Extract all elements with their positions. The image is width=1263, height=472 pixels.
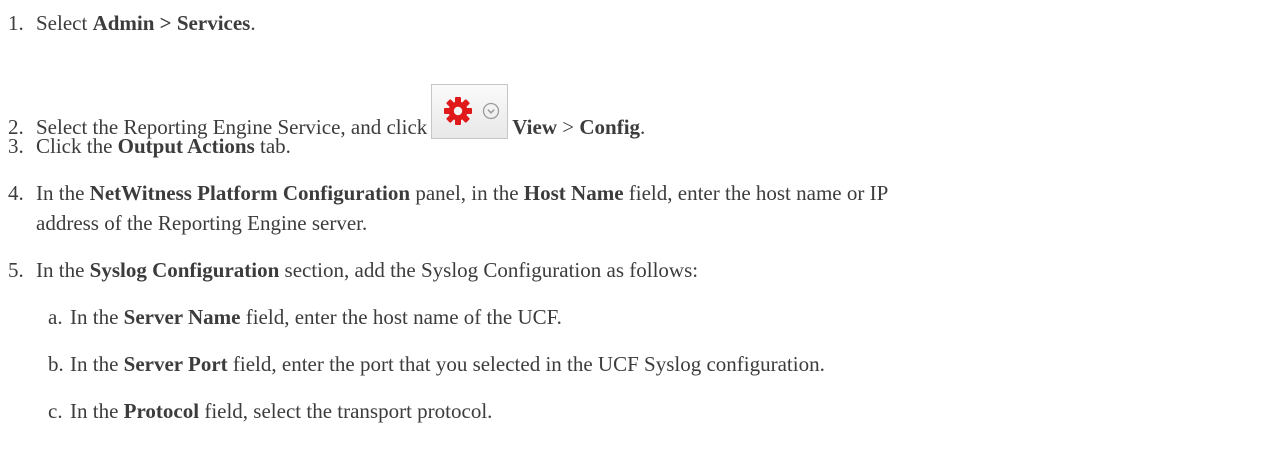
step-4: 4. In the NetWitness Platform Configurati… [8, 178, 1257, 238]
step-1: 1. Select Admin > Services. [8, 8, 1257, 38]
protocol-label: Protocol [123, 399, 200, 423]
step-number: 1. [8, 11, 24, 35]
step-number: 3. [8, 134, 24, 158]
server-port-label: Server Port [123, 352, 228, 376]
syslog-config-label: Syslog Configuration [89, 258, 280, 282]
substep-text: In the [70, 305, 124, 329]
menu-path: Admin > Services [92, 11, 251, 35]
output-actions-label: Output Actions [117, 134, 255, 158]
platform-config-label: NetWitness Platform Configuration [89, 181, 411, 205]
substep-text: In the [70, 399, 124, 423]
substep-a: a. In the Server Name field, enter the ho… [48, 302, 562, 332]
step-text: Select [36, 11, 93, 35]
host-name-label: Host Name [523, 181, 624, 205]
chevron-down-icon [483, 102, 500, 120]
step-5: 5. In the Syslog Configuration section, a… [8, 255, 1257, 285]
substep-text: In the [70, 352, 124, 376]
step-3: 3. Click the Output Actions tab. [8, 131, 1257, 161]
server-name-label: Server Name [123, 305, 241, 329]
step-text: Click the [36, 134, 118, 158]
step-number: 5. [8, 258, 24, 282]
substep-c: c. In the Protocol field, select the tran… [48, 396, 492, 426]
gear-icon [444, 97, 473, 125]
step-text: In the [36, 181, 90, 205]
step-number: 4. [8, 181, 24, 205]
step-text: In the [36, 258, 90, 282]
substep-letter: c. [48, 399, 63, 423]
substep-letter: b. [48, 352, 64, 376]
substep-b: b. In the Server Port field, enter the po… [48, 349, 825, 379]
step-text-continued: address of the Reporting Engine server. [36, 211, 368, 235]
substep-letter: a. [48, 305, 63, 329]
